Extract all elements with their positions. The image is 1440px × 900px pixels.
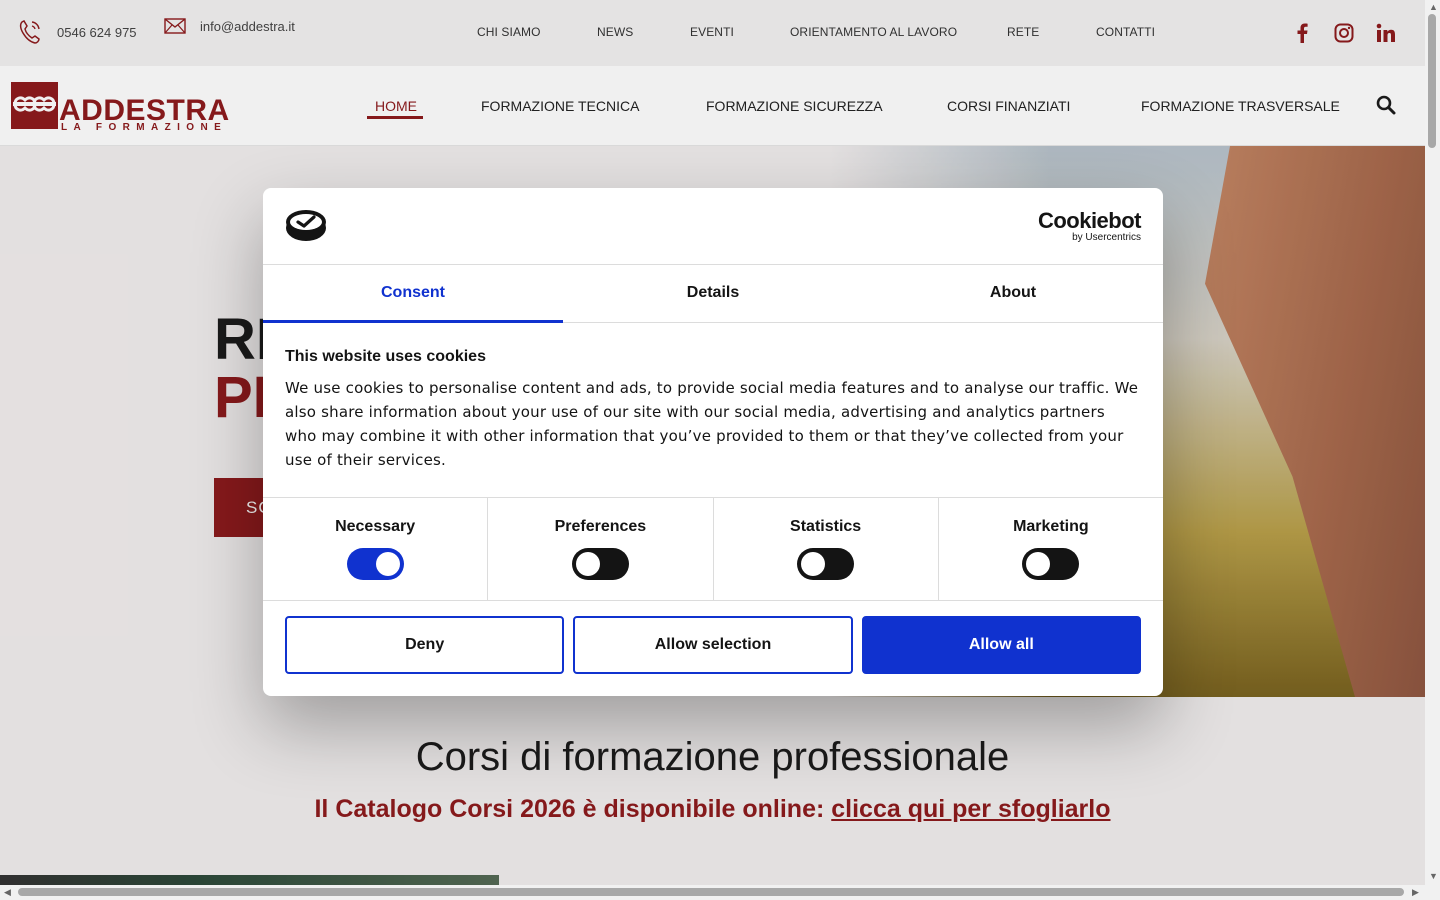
toggle-group-preferences: Preferences [488, 498, 714, 600]
horizontal-scrollbar-thumb[interactable] [18, 888, 1404, 896]
cookiebot-logo-icon [286, 210, 326, 241]
allow-all-button[interactable]: Allow all [861, 616, 1141, 674]
deny-button[interactable]: Deny [285, 616, 565, 674]
statistics-toggle[interactable] [797, 548, 855, 580]
cookie-consent-dialog: Cookiebot by Usercentrics Consent Detail… [263, 188, 1163, 696]
toggle-group-marketing: Marketing [939, 498, 1163, 600]
tab-details[interactable]: Details [563, 265, 863, 322]
cookie-heading: This website uses cookies [285, 348, 486, 365]
tab-consent[interactable]: Consent [263, 265, 563, 323]
scroll-down-arrow-icon[interactable]: ▼ [1429, 871, 1438, 881]
cookie-category-toggles: Necessary Preferences Statistics Marketi… [263, 497, 1163, 601]
toggle-group-statistics: Statistics [714, 498, 939, 600]
marketing-toggle[interactable] [1022, 548, 1080, 580]
scroll-right-arrow-icon[interactable]: ▶ [1412, 887, 1419, 898]
cookie-dialog-header: Cookiebot by Usercentrics [263, 188, 1163, 265]
scroll-left-arrow-icon[interactable]: ◀ [4, 887, 11, 898]
scroll-up-arrow-icon[interactable]: ▲ [1429, 2, 1438, 12]
cookie-actions: Deny Allow selection Allow all [285, 616, 1141, 674]
cookie-tabs: Consent Details About [263, 265, 1163, 323]
necessary-toggle[interactable] [346, 548, 404, 580]
allow-selection-button[interactable]: Allow selection [573, 616, 853, 674]
cookie-description: We use cookies to personalise content an… [285, 379, 1139, 469]
vertical-scrollbar-thumb[interactable] [1428, 14, 1436, 148]
toggle-group-necessary: Necessary [263, 498, 489, 600]
cookie-body: This website uses cookies We use cookies… [285, 348, 1141, 472]
cookiebot-brand: Cookiebot by Usercentrics [1037, 208, 1142, 244]
preferences-toggle[interactable] [571, 548, 629, 580]
tab-about[interactable]: About [863, 265, 1163, 322]
